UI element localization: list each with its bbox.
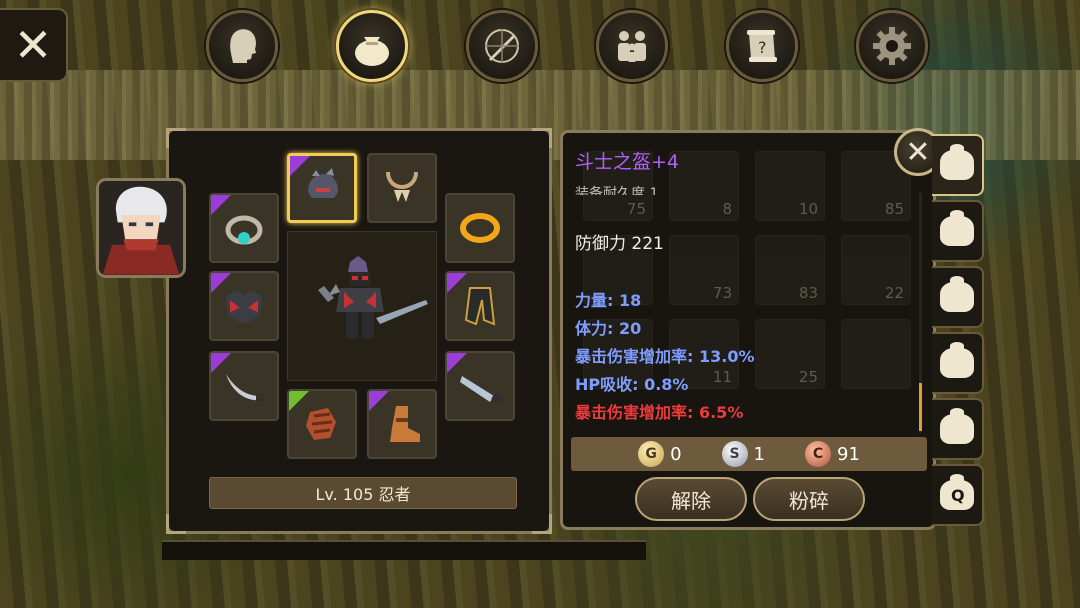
hero-preview [287,231,437,381]
rarity-purple-tag [211,273,231,293]
gold-ring-icon [460,213,500,243]
gear-icon [873,27,911,65]
item-info-panel: 75 8 10 85 73 83 22 11 25 斗士之盔+4 装备耐久度 1… [560,130,936,530]
tab-inventory[interactable] [336,10,408,82]
bottom-divider [162,540,646,560]
rarity-purple-tag [447,353,467,373]
stat-vitality: 体力: 20 [575,319,642,338]
necklace-icon [386,171,418,202]
item-tooltip: 斗士之盔+4 装备耐久度 1 防御力 221 力量: 18 体力: 20 暴击伤… [563,133,919,433]
slot-offhand[interactable] [209,351,279,421]
silver-currency: S 1 [721,441,765,467]
silver-amount: 1 [753,443,765,465]
slot-cape[interactable] [445,271,515,341]
compass-sword-icon [485,29,519,63]
bag-icon [940,408,974,444]
slot-boots[interactable] [367,389,437,459]
gold-currency: G 0 [638,441,682,467]
bag-icon [940,144,974,180]
level-class-label: Lv. 105 忍者 [209,477,517,509]
tab-party[interactable] [596,10,668,82]
item-durability-partial: 装备耐久度 1 [575,186,659,195]
party-icon [618,31,646,62]
smash-button[interactable]: 粉碎 [753,477,865,521]
stat-crit-damage: 暴击伤害增加率: 13.0% [575,347,755,366]
frame-corner [166,128,186,148]
slot-gloves[interactable] [287,389,357,459]
tooltip-scrollbar-thumb[interactable] [919,383,922,431]
character-portrait-image [99,181,183,275]
bag-icon [940,276,974,312]
close-icon: ✕ [905,134,931,170]
frame-corner [166,514,186,534]
slot-ring-right[interactable] [445,193,515,263]
ninja-character-sprite [318,256,428,338]
bag-tab-5[interactable] [932,398,984,460]
tab-skills[interactable] [466,10,538,82]
tab-character[interactable] [206,10,278,82]
item-name: 斗士之盔+4 [575,151,680,173]
rarity-purple-tag [369,391,389,411]
slot-ring-left[interactable] [209,193,279,263]
slot-helmet[interactable] [287,153,357,223]
svg-text:?: ? [758,38,767,57]
copper-amount: 91 [837,443,860,465]
quest-bag-icon: Q [940,474,974,510]
slot-weapon[interactable] [445,351,515,421]
close-menu-button[interactable]: ✕ [0,8,68,82]
bag-icon [355,37,389,66]
bag-tab-1[interactable] [932,134,984,196]
silver-coin-icon: S [721,441,748,467]
slot-necklace[interactable] [367,153,437,223]
slot-armor[interactable] [209,271,279,341]
tab-settings[interactable] [856,10,928,82]
rarity-purple-tag [211,195,231,215]
stat-strength: 力量: 18 [575,291,642,310]
stat-hp-absorb: HP吸收: 0.8% [575,375,689,394]
unequip-button[interactable]: 解除 [635,477,747,521]
character-portrait[interactable] [96,178,186,278]
rarity-purple-tag [211,353,231,373]
bag-icon [940,210,974,246]
rarity-purple-tag [447,273,467,293]
item-defense: 防御力 221 [575,234,664,254]
close-icon: ✕ [13,18,53,72]
tab-quests[interactable]: ? [726,10,798,82]
bag-tab-2[interactable] [932,200,984,262]
gold-coin-icon: G [638,441,665,467]
currency-bar: G 0 S 1 C 91 [571,437,927,471]
quest-scroll-icon: ? [747,30,777,62]
copper-currency: C 91 [805,441,860,467]
character-head-icon [230,29,256,63]
rarity-green-tag [289,391,309,411]
frame-corner [532,128,552,148]
gold-amount: 0 [670,443,682,465]
equipment-panel: Lv. 105 忍者 [166,128,552,534]
bag-icon [940,342,974,378]
bag-tab-3[interactable] [932,266,984,328]
frame-corner [532,514,552,534]
copper-coin-icon: C [805,441,831,467]
bag-tab-quest[interactable]: Q [932,464,984,526]
stat-crit-damage-bonus: 暴击伤害增加率: 6.5% [575,403,744,422]
bag-tab-4[interactable] [932,332,984,394]
rarity-purple-tag [290,156,310,176]
